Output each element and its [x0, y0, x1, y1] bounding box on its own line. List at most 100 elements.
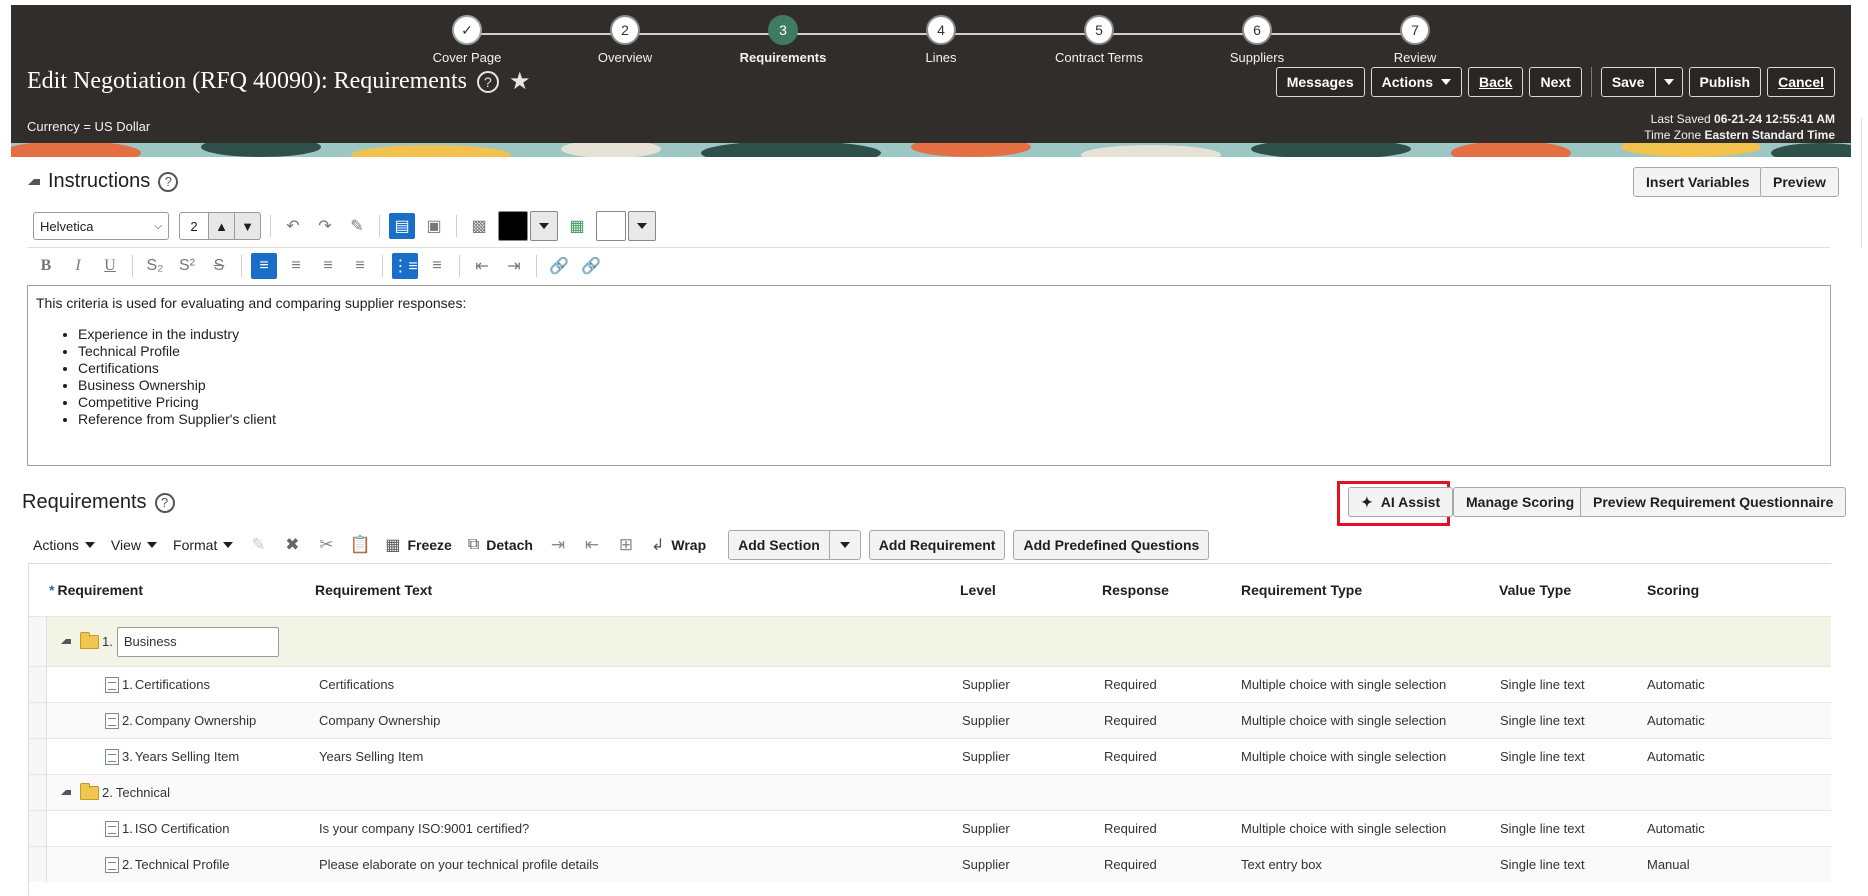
messages-button[interactable]: Messages — [1275, 67, 1365, 97]
redo-icon[interactable]: ↷ — [312, 213, 338, 239]
wrap-button[interactable]: ↲ Wrap — [645, 535, 712, 555]
back-button[interactable]: Back — [1467, 67, 1524, 97]
document-icon — [105, 676, 119, 693]
align-center-icon[interactable]: ≡ — [283, 253, 309, 279]
text-color-icon[interactable]: ▩ — [466, 213, 492, 239]
background-color-dropdown[interactable] — [628, 211, 656, 241]
view-menu[interactable]: View — [105, 537, 163, 553]
outdent-icon[interactable]: ⇤ — [469, 253, 495, 279]
instructions-editor[interactable]: This criteria is used for evaluating and… — [27, 285, 1831, 466]
format-menu[interactable]: Format — [167, 537, 239, 553]
actions-menu[interactable]: Actions — [27, 537, 101, 553]
table-row-section[interactable]: 1. Business — [29, 616, 1831, 666]
underline-icon[interactable]: U — [97, 253, 123, 279]
column-header-requirement-type[interactable]: Requirement Type — [1241, 582, 1362, 598]
publish-button[interactable]: Publish — [1688, 67, 1762, 97]
cancel-button[interactable]: Cancel — [1767, 67, 1835, 97]
delete-x-icon[interactable]: ✖ — [277, 531, 307, 559]
eraser-icon[interactable]: ✎ — [344, 213, 370, 239]
collapse-triangle-icon[interactable] — [61, 639, 71, 644]
subscript-icon[interactable]: S₂ — [142, 253, 168, 279]
text-color-swatch[interactable] — [498, 211, 528, 241]
background-color-icon[interactable]: ▦ — [564, 213, 590, 239]
indent-icon[interactable]: ⇥ — [501, 253, 527, 279]
help-icon[interactable]: ? — [476, 70, 499, 93]
background-color-swatch[interactable] — [596, 211, 626, 241]
favorite-star-icon[interactable]: ★ — [509, 67, 531, 96]
row-selector[interactable] — [29, 811, 47, 846]
add-section-button[interactable]: Add Section — [728, 530, 830, 560]
add-requirement-button[interactable]: Add Requirement — [868, 530, 1006, 560]
train-step-lines[interactable]: 4 Lines — [871, 15, 1011, 65]
preview-button[interactable]: Preview — [1760, 167, 1839, 197]
table-row-section[interactable]: 2. Technical — [29, 774, 1831, 810]
help-icon[interactable]: ? — [158, 171, 179, 192]
column-header-value-type[interactable]: Value Type — [1499, 582, 1571, 598]
column-header-requirement[interactable]: * Requirement — [49, 582, 143, 598]
column-header-level[interactable]: Level — [960, 582, 996, 598]
italic-icon[interactable]: I — [65, 253, 91, 279]
insert-variables-button[interactable]: Insert Variables — [1633, 167, 1763, 197]
column-header-scoring[interactable]: Scoring — [1647, 582, 1699, 598]
superscript-icon[interactable]: S² — [174, 253, 200, 279]
align-left-icon[interactable]: ≡ — [251, 253, 277, 279]
numbered-list-icon[interactable]: ≡ — [424, 253, 450, 279]
font-family-select[interactable]: Helvetica ⌵ — [33, 212, 169, 240]
preview-questionnaire-button[interactable]: Preview Requirement Questionnaire — [1580, 487, 1847, 517]
row-selector[interactable] — [29, 739, 47, 774]
font-size-input[interactable]: 2 — [179, 212, 209, 240]
table-row[interactable]: 1. ISO Certification Is your company ISO:… — [29, 810, 1831, 846]
save-button[interactable]: Save — [1600, 67, 1656, 97]
chevron-up-icon[interactable]: ▲ — [209, 212, 235, 240]
section-number: 1. — [102, 634, 113, 649]
freeze-button[interactable]: ▦ Freeze — [379, 535, 457, 555]
column-header-requirement-text[interactable]: Requirement Text — [315, 582, 432, 598]
add-predefined-questions-button[interactable]: Add Predefined Questions — [1013, 530, 1210, 560]
rich-text-mode-icon[interactable]: ▤ — [389, 213, 415, 239]
table-row[interactable]: 3. Years Selling Item Years Selling Item … — [29, 738, 1831, 774]
cut-scissors-icon[interactable]: ✂ — [311, 531, 341, 559]
train-step-suppliers[interactable]: 6 Suppliers — [1187, 15, 1327, 65]
table-row[interactable]: 2. Technical Profile Please elaborate on … — [29, 846, 1831, 882]
instructions-title: Instructions — [48, 170, 151, 192]
collapse-triangle-icon[interactable] — [61, 790, 71, 795]
ai-assist-button[interactable]: ✦ AI Assist — [1348, 487, 1454, 517]
row-selector[interactable] — [29, 617, 47, 666]
train-step-review[interactable]: 7 Review — [1345, 15, 1485, 65]
align-justify-icon[interactable]: ≡ — [347, 253, 373, 279]
collapse-triangle-icon[interactable] — [28, 178, 40, 185]
help-icon[interactable]: ? — [154, 492, 175, 513]
next-button[interactable]: Next — [1529, 67, 1582, 97]
code-view-icon[interactable]: ▣ — [421, 213, 447, 239]
table-row[interactable]: 1. Certifications Certifications Supplier… — [29, 666, 1831, 702]
train-step-requirements[interactable]: 3 Requirements — [713, 15, 853, 65]
indent-rows-icon[interactable]: ⇥ — [543, 531, 573, 559]
link-icon[interactable]: 🔗 — [546, 253, 572, 279]
bold-icon[interactable]: B — [33, 253, 59, 279]
train-step-contract-terms[interactable]: 5 Contract Terms — [1029, 15, 1169, 65]
section-name-input[interactable]: Business — [116, 626, 279, 657]
bulleted-list-icon[interactable]: ⋮≡ — [392, 253, 418, 279]
row-selector[interactable] — [29, 703, 47, 738]
column-header-response[interactable]: Response — [1102, 582, 1169, 598]
row-selector[interactable] — [29, 667, 47, 702]
train-step-overview[interactable]: 2 Overview — [555, 15, 695, 65]
table-row[interactable]: 2. Company Ownership Company Ownership Su… — [29, 702, 1831, 738]
detach-button[interactable]: ⧉ Detach — [462, 536, 539, 554]
column-header-label: Requirement — [57, 582, 144, 598]
chevron-down-icon[interactable]: ▼ — [235, 212, 261, 240]
row-selector[interactable] — [29, 847, 47, 882]
text-color-dropdown[interactable] — [530, 211, 558, 241]
requirement-number: 1. — [122, 677, 133, 692]
train-step-cover-page[interactable]: ✓ Cover Page — [397, 15, 537, 65]
align-right-icon[interactable]: ≡ — [315, 253, 341, 279]
manage-scoring-button[interactable]: Manage Scoring — [1453, 487, 1588, 517]
expand-tree-icon[interactable]: ⊞ — [611, 531, 641, 559]
save-menu-button[interactable] — [1655, 67, 1683, 97]
actions-menu-button[interactable]: Actions — [1370, 67, 1462, 97]
undo-icon[interactable]: ↶ — [280, 213, 306, 239]
outdent-rows-icon[interactable]: ⇤ — [577, 531, 607, 559]
row-selector[interactable] — [29, 775, 47, 810]
strikethrough-icon[interactable]: S — [206, 253, 232, 279]
add-section-menu-button[interactable] — [829, 530, 861, 560]
